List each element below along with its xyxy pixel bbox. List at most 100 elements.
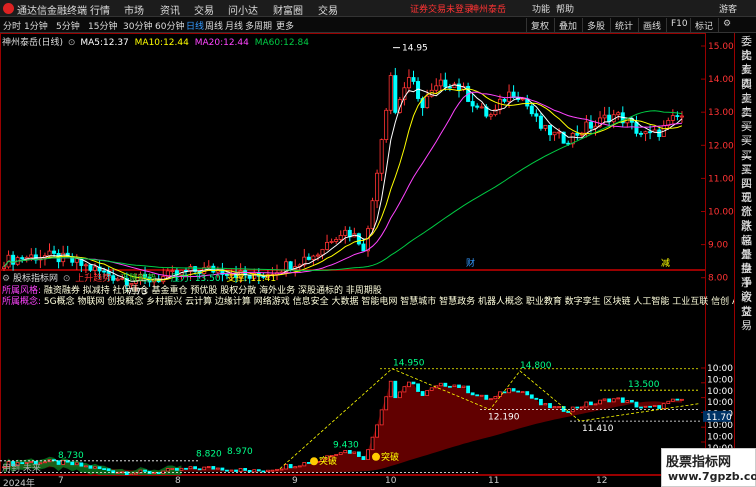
f10-button[interactable]: F10	[666, 18, 691, 32]
candle-body[interactable]	[406, 77, 411, 89]
candle-body[interactable]	[488, 114, 493, 117]
candle-body[interactable]	[306, 256, 311, 260]
statistics-button[interactable]: 统计	[610, 18, 636, 32]
candle-body[interactable]	[343, 229, 348, 236]
menu-trade[interactable]: 交易	[194, 2, 214, 17]
sub-candle-body	[466, 385, 471, 394]
candle-body[interactable]	[384, 109, 389, 141]
ma5-line	[3, 84, 683, 282]
candle-body[interactable]	[379, 139, 384, 174]
candle-body[interactable]	[361, 243, 366, 252]
tab-1min[interactable]: 1分钟	[24, 19, 48, 32]
menu-wealth[interactable]: 财富圈	[273, 2, 303, 17]
candle-body[interactable]	[425, 95, 430, 109]
tab-intraday[interactable]: 分时	[3, 19, 21, 32]
login-status[interactable]: 证券交易未登录	[410, 2, 473, 15]
candle-body[interactable]	[575, 132, 580, 136]
candle-body[interactable]	[315, 254, 320, 257]
candle-body[interactable]	[639, 132, 644, 135]
candle-body[interactable]	[507, 91, 512, 102]
candle-body[interactable]	[670, 115, 675, 121]
menu-trade2[interactable]: 交易	[318, 2, 338, 17]
candle-body[interactable]	[438, 79, 443, 87]
candle-body[interactable]	[47, 250, 52, 257]
candle-body[interactable]	[470, 101, 475, 107]
overlay-button[interactable]: 叠加	[554, 18, 580, 32]
menu-help[interactable]: 帮助	[556, 2, 574, 15]
tab-30min[interactable]: 30分钟	[123, 19, 152, 32]
price-tick-label: 9.00	[708, 241, 728, 251]
candle-body[interactable]	[643, 131, 648, 135]
menu-guest[interactable]: 游客	[719, 2, 737, 15]
candle-body[interactable]	[356, 233, 361, 245]
candle-body[interactable]	[538, 115, 543, 129]
candle-body[interactable]	[206, 265, 211, 269]
candle-body[interactable]	[502, 98, 507, 102]
candle-body[interactable]	[529, 105, 534, 115]
menu-ask[interactable]: 问小达	[228, 2, 258, 17]
candle-body[interactable]	[634, 121, 639, 134]
candle-body[interactable]	[311, 255, 316, 260]
draw-line-button[interactable]: 画线	[638, 18, 664, 32]
candle-body[interactable]	[88, 264, 93, 271]
candle-body[interactable]	[479, 106, 484, 109]
candle-body[interactable]	[388, 75, 393, 111]
candle-body[interactable]	[411, 77, 416, 82]
restore-rights-button[interactable]: 复权	[526, 18, 552, 32]
candle-body[interactable]	[557, 131, 562, 134]
candle-body[interactable]	[338, 235, 343, 240]
candle-body[interactable]	[20, 257, 25, 260]
tab-5min[interactable]: 5分钟	[56, 19, 80, 32]
candle-body[interactable]	[329, 241, 334, 243]
tab-60min[interactable]: 60分钟	[155, 19, 184, 32]
candle-body[interactable]	[393, 75, 398, 113]
multi-stock-button[interactable]: 多股	[582, 18, 608, 32]
candle-body[interactable]	[375, 172, 380, 202]
candle-body[interactable]	[475, 105, 480, 108]
candle-body[interactable]	[288, 261, 293, 270]
candle-body[interactable]	[543, 124, 548, 129]
candle-body[interactable]	[365, 228, 370, 252]
breakout-icon[interactable]	[372, 452, 380, 461]
tab-monthly[interactable]: 月线	[225, 19, 243, 32]
settings-gear-icon[interactable]: ⚙	[718, 18, 734, 32]
chevron-circle-icon[interactable]: ⊙	[68, 38, 76, 48]
tab-weekly[interactable]: 周线	[205, 19, 223, 32]
candle-body[interactable]	[648, 131, 653, 134]
candle-body[interactable]	[434, 85, 439, 91]
tab-multi-period[interactable]: 多周期	[245, 19, 272, 32]
candle-body[interactable]	[2, 266, 7, 269]
candle-body[interactable]	[370, 200, 375, 230]
tab-15min[interactable]: 15分钟	[88, 19, 117, 32]
candle-body[interactable]	[552, 131, 557, 136]
candle-body[interactable]	[83, 264, 88, 267]
menu-market[interactable]: 市场	[124, 2, 144, 17]
breakout-icon[interactable]	[310, 457, 318, 466]
menu-function[interactable]: 功能	[532, 2, 550, 15]
candle-body[interactable]	[93, 266, 98, 271]
tab-daily[interactable]: 日线	[186, 19, 204, 32]
candle-body[interactable]	[616, 112, 621, 116]
mark-button[interactable]: 标记	[690, 18, 716, 32]
candle-body[interactable]	[11, 254, 16, 265]
candle-body[interactable]	[534, 113, 539, 117]
candle-body[interactable]	[325, 242, 330, 250]
candle-body[interactable]	[675, 115, 680, 117]
candle-body[interactable]	[334, 239, 339, 242]
tab-more[interactable]: 更多	[276, 19, 294, 32]
candle-body[interactable]	[29, 254, 34, 258]
candle-body[interactable]	[679, 115, 684, 118]
menu-quotes[interactable]: 行情	[90, 2, 110, 17]
candle-body[interactable]	[602, 114, 607, 119]
candle-body[interactable]	[548, 124, 553, 136]
candle-body[interactable]	[520, 98, 525, 101]
menu-news[interactable]: 资讯	[160, 2, 180, 17]
quote-panel-item[interactable]: 交易	[736, 305, 756, 333]
candle-body[interactable]	[584, 121, 589, 134]
candle-body[interactable]	[588, 121, 593, 129]
chart-area[interactable]: 15.00 14.00 13.00 12.00 11.00 10.00 9.00 8.00 14…	[0, 33, 734, 475]
candle-body[interactable]	[52, 250, 57, 254]
candle-body[interactable]	[456, 83, 461, 91]
candle-body[interactable]	[443, 79, 448, 88]
concept-tag-label: 所属概念:	[2, 297, 42, 307]
